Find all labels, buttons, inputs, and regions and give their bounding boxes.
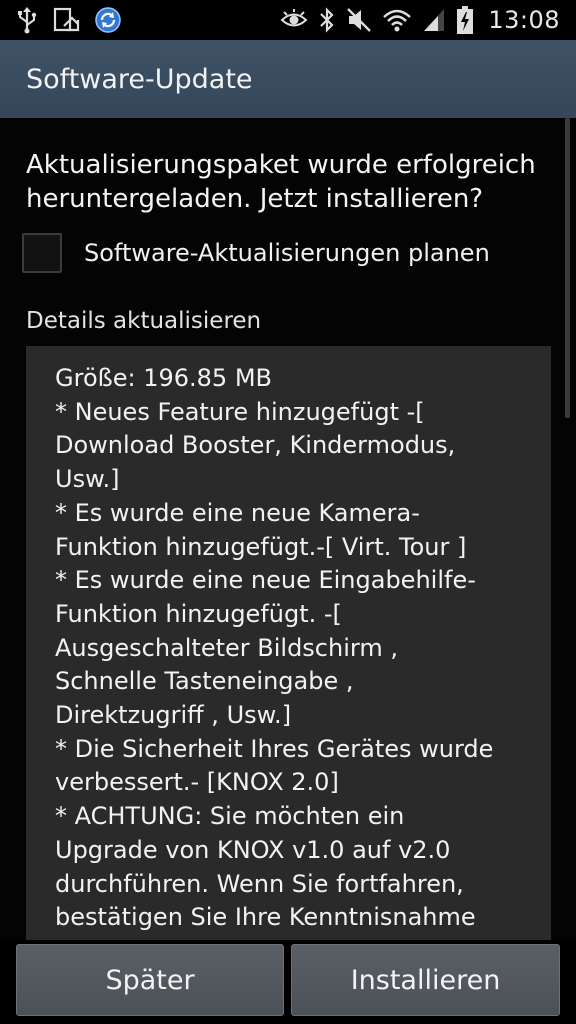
page-title: Software-Update [26, 63, 253, 95]
details-heading: Details aktualisieren [26, 308, 262, 334]
status-time: 13:08 [488, 6, 560, 34]
sync-icon [94, 6, 122, 34]
battery-charging-icon [456, 6, 474, 34]
usb-icon [16, 6, 38, 34]
wifi-icon [382, 6, 412, 34]
smart-stay-eye-icon [280, 6, 308, 34]
status-bar: 13:08 [0, 0, 576, 40]
scrollbar[interactable] [565, 118, 570, 418]
muted-icon [346, 6, 372, 34]
update-details-text: Größe: 196.85 MB * Neues Feature hinzuge… [55, 364, 494, 932]
later-button[interactable]: Später [16, 944, 284, 1016]
action-bar: Software-Update [0, 40, 576, 118]
screenshot-icon [52, 6, 80, 34]
install-button[interactable]: Installieren [291, 944, 560, 1016]
schedule-updates-checkbox[interactable] [22, 233, 62, 273]
signal-icon [422, 6, 446, 34]
update-details-box[interactable]: Größe: 196.85 MB * Neues Feature hinzuge… [26, 346, 551, 940]
schedule-updates-option[interactable]: Software-Aktualisierungen planen [22, 232, 490, 274]
update-message: Aktualisierungspaket wurde erfolgreich h… [26, 150, 536, 214]
bluetooth-icon [318, 6, 336, 34]
schedule-updates-label[interactable]: Software-Aktualisierungen planen [84, 239, 490, 267]
button-bar: Später Installieren [0, 940, 576, 1024]
update-dialog-content[interactable]: Aktualisierungspaket wurde erfolgreich h… [0, 118, 576, 940]
